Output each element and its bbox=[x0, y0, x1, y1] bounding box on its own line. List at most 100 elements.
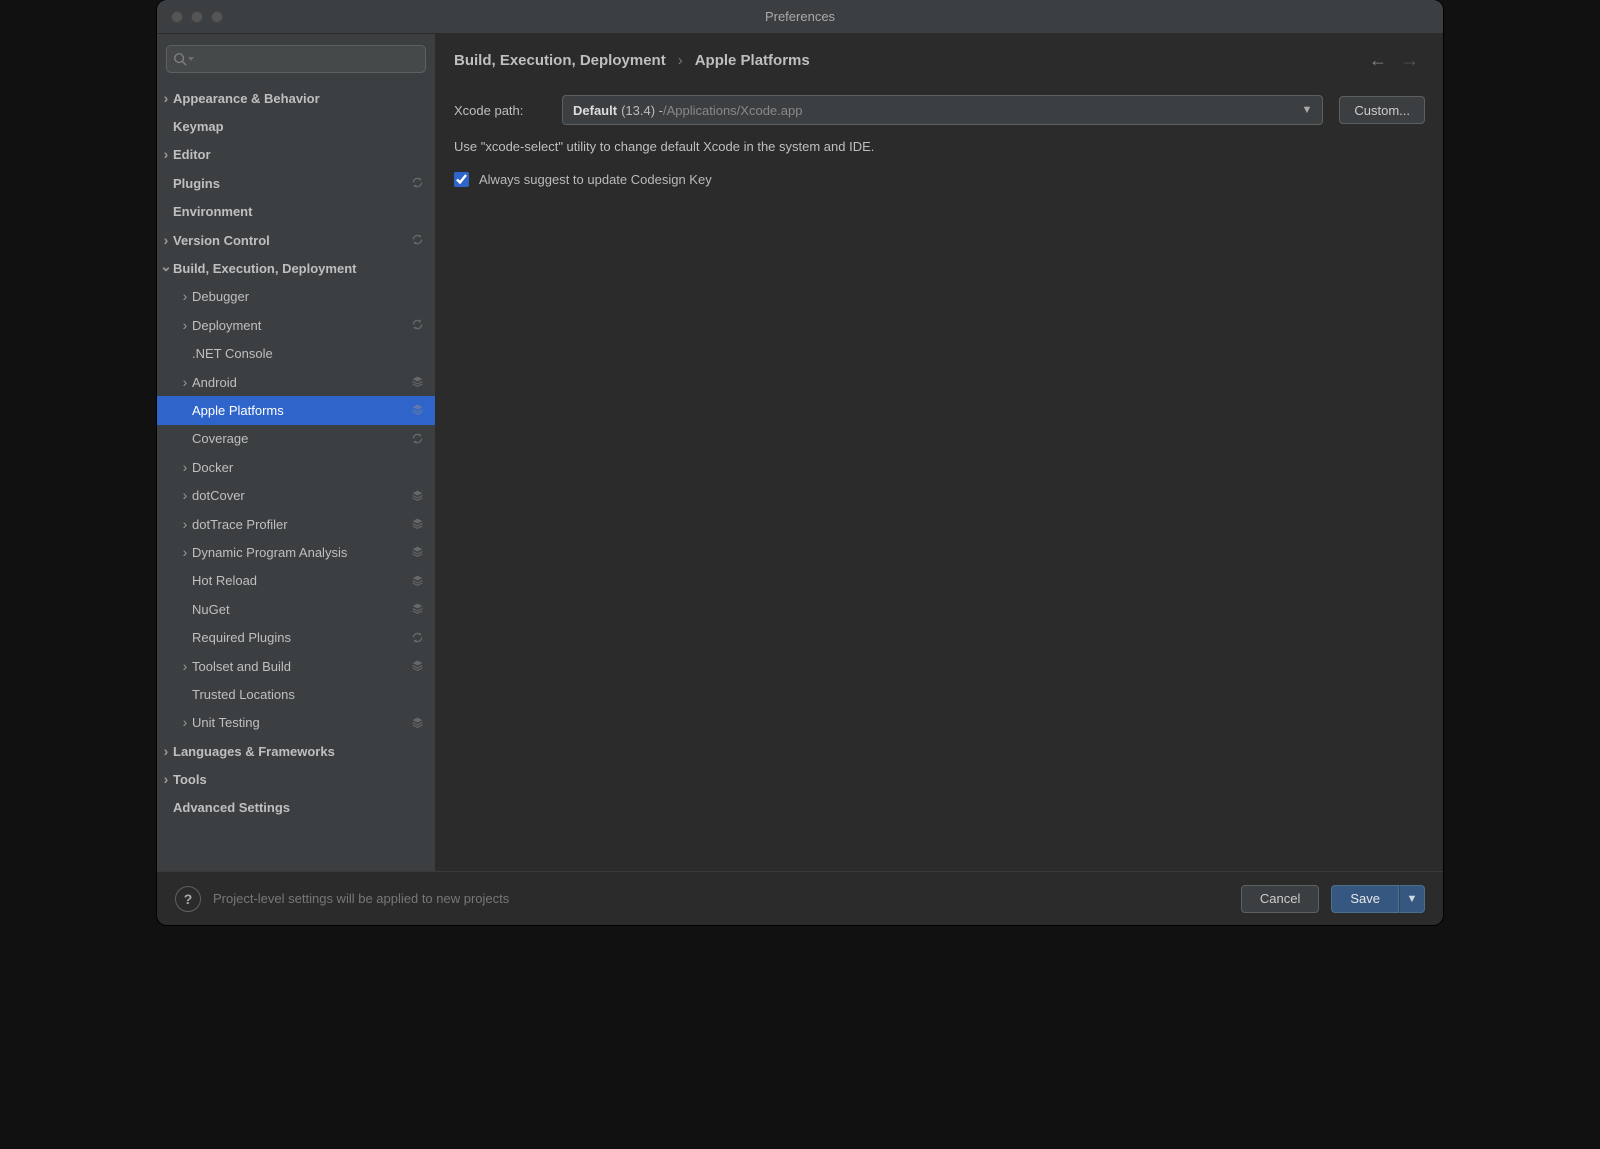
preferences-sidebar: Appearance & Behavior KeymapEditor Plugins… bbox=[157, 34, 436, 871]
window-zoom-button[interactable] bbox=[211, 11, 223, 23]
expand-arrow-icon[interactable] bbox=[159, 260, 173, 277]
codesign-checkbox[interactable] bbox=[454, 172, 469, 187]
sidebar-item-label: Advanced Settings bbox=[173, 800, 425, 815]
sync-icon bbox=[411, 318, 425, 332]
sync-icon bbox=[411, 631, 425, 645]
expand-arrow-icon[interactable] bbox=[178, 289, 192, 304]
xcode-version-label: (13.4) - bbox=[621, 103, 663, 118]
sidebar-item-label: Build, Execution, Deployment bbox=[173, 261, 425, 276]
sync-icon bbox=[411, 176, 425, 190]
save-button[interactable]: Save bbox=[1331, 885, 1399, 913]
sidebar-item-environment[interactable]: Environment bbox=[157, 198, 435, 226]
sidebar-item-dynamic-program-analysis[interactable]: Dynamic Program Analysis bbox=[157, 538, 435, 566]
xcode-path-label: Xcode path: bbox=[454, 103, 546, 118]
sidebar-search[interactable] bbox=[166, 45, 426, 73]
xcode-path-select[interactable]: Default (13.4) - /Applications/Xcode.app… bbox=[562, 95, 1323, 125]
expand-arrow-icon[interactable] bbox=[178, 318, 192, 333]
sidebar-item-hot-reload[interactable]: Hot Reload bbox=[157, 567, 435, 595]
sidebar-item-net-console[interactable]: .NET Console bbox=[157, 340, 435, 368]
sidebar-item-debugger[interactable]: Debugger bbox=[157, 283, 435, 311]
sidebar-item-label: Tools bbox=[173, 772, 425, 787]
expand-arrow-icon[interactable] bbox=[178, 545, 192, 560]
window-titlebar: Preferences bbox=[157, 0, 1443, 34]
nav-forward-button[interactable]: → bbox=[1401, 50, 1419, 71]
save-button-label: Save bbox=[1350, 891, 1380, 906]
cancel-button[interactable]: Cancel bbox=[1241, 885, 1319, 913]
sidebar-item-label: Plugins bbox=[173, 176, 411, 191]
sidebar-item-label: dotCover bbox=[192, 488, 411, 503]
expand-arrow-icon[interactable] bbox=[159, 147, 173, 162]
nav-back-button[interactable]: ← bbox=[1369, 50, 1387, 71]
sidebar-item-apple-platforms[interactable]: Apple Platforms bbox=[157, 396, 435, 424]
sidebar-item-tools[interactable]: Tools bbox=[157, 765, 435, 793]
breadcrumb: Build, Execution, Deployment › Apple Pla… bbox=[454, 52, 1369, 69]
sidebar-item-label: Languages & Frameworks bbox=[173, 744, 425, 759]
help-icon: ? bbox=[184, 891, 193, 907]
sidebar-item-label: Appearance & Behavior bbox=[173, 91, 425, 106]
project-scope-icon bbox=[411, 574, 425, 588]
sidebar-item-nuget[interactable]: NuGet bbox=[157, 595, 435, 623]
expand-arrow-icon[interactable] bbox=[178, 715, 192, 730]
sidebar-item-appearance-behavior[interactable]: Appearance & Behavior bbox=[157, 84, 435, 112]
sync-icon bbox=[411, 233, 425, 247]
sidebar-item-label: Debugger bbox=[192, 289, 425, 304]
preferences-window: Preferences Appearance & BehaviorKeymapE… bbox=[157, 0, 1443, 925]
search-caret-icon bbox=[187, 55, 195, 63]
window-close-button[interactable] bbox=[171, 11, 183, 23]
codesign-checkbox-label[interactable]: Always suggest to update Codesign Key bbox=[479, 172, 712, 187]
project-scope-icon bbox=[411, 403, 425, 417]
xcode-hint-text: Use "xcode-select" utility to change def… bbox=[454, 139, 1425, 154]
save-split-caret[interactable]: ▼ bbox=[1399, 885, 1425, 913]
custom-button[interactable]: Custom... bbox=[1339, 96, 1425, 124]
sidebar-item-label: Deployment bbox=[192, 318, 411, 333]
sidebar-item-toolset-and-build[interactable]: Toolset and Build bbox=[157, 652, 435, 680]
sidebar-item-coverage[interactable]: Coverage bbox=[157, 425, 435, 453]
sidebar-item-label: Required Plugins bbox=[192, 630, 411, 645]
settings-tree[interactable]: Appearance & Behavior KeymapEditor Plugins… bbox=[157, 84, 435, 871]
help-button[interactable]: ? bbox=[175, 886, 201, 912]
expand-arrow-icon[interactable] bbox=[178, 375, 192, 390]
cancel-button-label: Cancel bbox=[1260, 891, 1300, 906]
sidebar-item-label: Docker bbox=[192, 460, 425, 475]
breadcrumb-part-2: Apple Platforms bbox=[695, 52, 810, 69]
sidebar-item-label: Apple Platforms bbox=[192, 403, 411, 418]
xcode-default-label: Default bbox=[573, 103, 617, 118]
sidebar-item-build-execution-deployment[interactable]: Build, Execution, Deployment bbox=[157, 254, 435, 282]
dialog-footer: ? Project-level settings will be applied… bbox=[157, 871, 1443, 925]
expand-arrow-icon[interactable] bbox=[178, 517, 192, 532]
search-input[interactable] bbox=[195, 52, 419, 67]
sidebar-item-label: Hot Reload bbox=[192, 573, 411, 588]
sidebar-item-version-control[interactable]: Version Control bbox=[157, 226, 435, 254]
sidebar-item-label: dotTrace Profiler bbox=[192, 517, 411, 532]
window-minimize-button[interactable] bbox=[191, 11, 203, 23]
sidebar-item-trusted-locations[interactable]: Trusted Locations bbox=[157, 680, 435, 708]
sidebar-item-advanced-settings[interactable]: Advanced Settings bbox=[157, 794, 435, 822]
sidebar-item-label: Version Control bbox=[173, 233, 411, 248]
expand-arrow-icon[interactable] bbox=[178, 488, 192, 503]
sidebar-item-docker[interactable]: Docker bbox=[157, 453, 435, 481]
sidebar-item-label: Environment bbox=[173, 204, 425, 219]
expand-arrow-icon[interactable] bbox=[159, 233, 173, 248]
sidebar-item-editor[interactable]: Editor bbox=[157, 141, 435, 169]
sidebar-item-label: Unit Testing bbox=[192, 715, 411, 730]
window-controls bbox=[157, 11, 223, 23]
sidebar-item-dotcover[interactable]: dotCover bbox=[157, 481, 435, 509]
sidebar-item-deployment[interactable]: Deployment bbox=[157, 311, 435, 339]
expand-arrow-icon[interactable] bbox=[159, 91, 173, 106]
sidebar-item-android[interactable]: Android bbox=[157, 368, 435, 396]
sidebar-item-unit-testing[interactable]: Unit Testing bbox=[157, 709, 435, 737]
project-scope-icon bbox=[411, 602, 425, 616]
sidebar-item-keymap[interactable]: Keymap bbox=[157, 112, 435, 140]
sidebar-item-required-plugins[interactable]: Required Plugins bbox=[157, 623, 435, 651]
sidebar-item-label: NuGet bbox=[192, 602, 411, 617]
chevron-down-icon: ▼ bbox=[1407, 893, 1418, 905]
sidebar-item-dottrace-profiler[interactable]: dotTrace Profiler bbox=[157, 510, 435, 538]
sidebar-item-languages-frameworks[interactable]: Languages & Frameworks bbox=[157, 737, 435, 765]
expand-arrow-icon[interactable] bbox=[159, 772, 173, 787]
sidebar-item-label: Android bbox=[192, 375, 411, 390]
sidebar-item-label: Coverage bbox=[192, 431, 411, 446]
expand-arrow-icon[interactable] bbox=[178, 659, 192, 674]
expand-arrow-icon[interactable] bbox=[178, 460, 192, 475]
expand-arrow-icon[interactable] bbox=[159, 744, 173, 759]
sidebar-item-plugins[interactable]: Plugins bbox=[157, 169, 435, 197]
